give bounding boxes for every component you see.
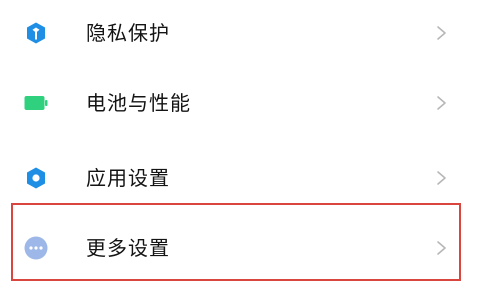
settings-item-label: 隐私保护 [86, 21, 170, 45]
gear-icon [24, 166, 48, 190]
settings-item-privacy[interactable]: 隐私保护 [0, 0, 480, 66]
settings-list: 隐私保护 电池与性能 应用设置 更多设置 [0, 0, 480, 300]
chevron-right-icon [434, 25, 448, 41]
settings-item-label: 更多设置 [86, 236, 170, 260]
more-dots-icon [24, 236, 48, 260]
chevron-right-icon [434, 170, 448, 186]
chevron-right-icon [434, 240, 448, 256]
settings-item-battery[interactable]: 电池与性能 [0, 70, 480, 136]
battery-icon [24, 91, 48, 115]
settings-item-label: 电池与性能 [86, 91, 191, 115]
settings-item-more-settings[interactable]: 更多设置 [0, 215, 480, 281]
chevron-right-icon [434, 95, 448, 111]
privacy-shield-icon [24, 21, 48, 45]
settings-item-label: 应用设置 [86, 166, 170, 190]
settings-item-app-settings[interactable]: 应用设置 [0, 145, 480, 211]
